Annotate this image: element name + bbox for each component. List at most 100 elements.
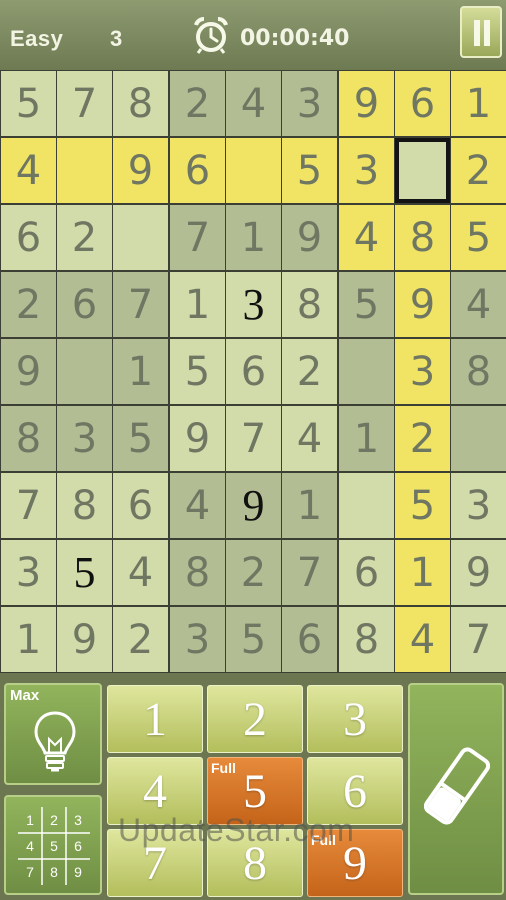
grid-cell-r1-c3[interactable]: 8 xyxy=(113,71,168,136)
grid-cell-r9-c2[interactable]: 9 xyxy=(57,607,112,672)
puzzle-number: 3 xyxy=(110,26,123,51)
grid-cell-r4-c7[interactable]: 5 xyxy=(339,272,394,337)
grid-cell-r3-c4[interactable]: 7 xyxy=(170,205,225,270)
grid-cell-r5-c1[interactable]: 9 xyxy=(1,339,56,404)
grid-cell-r3-c3[interactable] xyxy=(113,205,168,270)
grid-cell-r1-c2[interactable]: 7 xyxy=(57,71,112,136)
notes-digit: 3 xyxy=(74,812,82,828)
grid-cell-r5-c2[interactable] xyxy=(57,339,112,404)
grid-cell-r1-c4[interactable]: 2 xyxy=(170,71,225,136)
grid-cell-r3-c7[interactable]: 4 xyxy=(339,205,394,270)
grid-cell-r2-c7[interactable]: 3 xyxy=(339,138,394,203)
grid-cell-r8-c2[interactable]: 5 xyxy=(57,540,112,605)
grid-cell-r6-c1[interactable]: 8 xyxy=(1,406,56,471)
grid-cell-r7-c5[interactable]: 9 xyxy=(226,473,281,538)
grid-cell-r2-c8[interactable] xyxy=(395,138,450,203)
grid-cell-r2-c3[interactable]: 9 xyxy=(113,138,168,203)
number-label: 6 xyxy=(343,764,367,818)
grid-cell-r4-c9[interactable]: 4 xyxy=(451,272,506,337)
grid-cell-r8-c6[interactable]: 7 xyxy=(282,540,337,605)
grid-cell-r7-c8[interactable]: 5 xyxy=(395,473,450,538)
notes-button[interactable]: 123 456 789 xyxy=(4,795,102,895)
grid-cell-r5-c4[interactable]: 5 xyxy=(170,339,225,404)
grid-cell-r1-c6[interactable]: 3 xyxy=(282,71,337,136)
grid-cell-r8-c4[interactable]: 8 xyxy=(170,540,225,605)
grid-cell-r7-c2[interactable]: 8 xyxy=(57,473,112,538)
grid-cell-r5-c7[interactable] xyxy=(339,339,394,404)
grid-cell-r7-c1[interactable]: 7 xyxy=(1,473,56,538)
grid-cell-r6-c5[interactable]: 7 xyxy=(226,406,281,471)
full-badge: Full xyxy=(211,760,236,776)
grid-cell-r9-c8[interactable]: 4 xyxy=(395,607,450,672)
grid-cell-r8-c3[interactable]: 4 xyxy=(113,540,168,605)
hint-label: Max xyxy=(10,687,40,704)
lightbulb-icon xyxy=(34,711,76,772)
grid-cell-r4-c2[interactable]: 6 xyxy=(57,272,112,337)
grid-cell-r1-c1[interactable]: 5 xyxy=(1,71,56,136)
hint-button[interactable]: Max xyxy=(4,683,102,785)
grid-cell-r9-c5[interactable]: 5 xyxy=(226,607,281,672)
grid-cell-r7-c7[interactable] xyxy=(339,473,394,538)
grid-cell-r4-c8[interactable]: 9 xyxy=(395,272,450,337)
grid-cell-r3-c5[interactable]: 1 xyxy=(226,205,281,270)
grid-cell-r6-c8[interactable]: 2 xyxy=(395,406,450,471)
grid-cell-r5-c3[interactable]: 1 xyxy=(113,339,168,404)
grid-cell-r1-c8[interactable]: 6 xyxy=(395,71,450,136)
grid-cell-r2-c2[interactable] xyxy=(57,138,112,203)
grid-cell-r6-c7[interactable]: 1 xyxy=(339,406,394,471)
grid-cell-r3-c2[interactable]: 2 xyxy=(57,205,112,270)
grid-cell-r4-c4[interactable]: 1 xyxy=(170,272,225,337)
grid-cell-r3-c9[interactable]: 5 xyxy=(451,205,506,270)
grid-cell-r3-c6[interactable]: 9 xyxy=(282,205,337,270)
number-button-2[interactable]: 2 xyxy=(207,685,303,753)
grid-cell-r8-c7[interactable]: 6 xyxy=(339,540,394,605)
pause-button[interactable] xyxy=(460,6,502,58)
grid-cell-r9-c4[interactable]: 3 xyxy=(170,607,225,672)
grid-cell-r6-c9[interactable] xyxy=(451,406,506,471)
watermark: UpdateStar.com xyxy=(118,812,355,848)
grid-cell-r6-c4[interactable]: 9 xyxy=(170,406,225,471)
grid-cell-r5-c5[interactable]: 6 xyxy=(226,339,281,404)
grid-cell-r2-c9[interactable]: 2 xyxy=(451,138,506,203)
grid-cell-r3-c8[interactable]: 8 xyxy=(395,205,450,270)
grid-cell-r6-c6[interactable]: 4 xyxy=(282,406,337,471)
grid-cell-r9-c1[interactable]: 1 xyxy=(1,607,56,672)
grid-cell-r7-c3[interactable]: 6 xyxy=(113,473,168,538)
grid-cell-r8-c9[interactable]: 9 xyxy=(451,540,506,605)
grid-cell-r8-c1[interactable]: 3 xyxy=(1,540,56,605)
grid-cell-r2-c6[interactable]: 5 xyxy=(282,138,337,203)
grid-cell-r5-c6[interactable]: 2 xyxy=(282,339,337,404)
grid-cell-r4-c3[interactable]: 7 xyxy=(113,272,168,337)
grid-cell-r6-c2[interactable]: 3 xyxy=(57,406,112,471)
number-label: 5 xyxy=(243,764,267,818)
grid-cell-r3-c1[interactable]: 6 xyxy=(1,205,56,270)
grid-cell-r9-c3[interactable]: 2 xyxy=(113,607,168,672)
erase-button[interactable] xyxy=(408,683,504,895)
number-button-1[interactable]: 1 xyxy=(107,685,203,753)
difficulty-label: Easy xyxy=(10,26,64,51)
grid-cell-r9-c7[interactable]: 8 xyxy=(339,607,394,672)
grid-cell-r1-c5[interactable]: 4 xyxy=(226,71,281,136)
number-label: 4 xyxy=(143,764,167,818)
pencil-marks-grid-icon: 123 456 789 xyxy=(18,807,90,885)
grid-cell-r2-c5[interactable] xyxy=(226,138,281,203)
grid-cell-r4-c6[interactable]: 8 xyxy=(282,272,337,337)
grid-cell-r7-c6[interactable]: 1 xyxy=(282,473,337,538)
grid-cell-r9-c6[interactable]: 6 xyxy=(282,607,337,672)
grid-cell-r7-c4[interactable]: 4 xyxy=(170,473,225,538)
grid-cell-r2-c4[interactable]: 6 xyxy=(170,138,225,203)
number-button-3[interactable]: 3 xyxy=(307,685,403,753)
grid-cell-r5-c8[interactable]: 3 xyxy=(395,339,450,404)
grid-cell-r1-c7[interactable]: 9 xyxy=(339,71,394,136)
grid-cell-r6-c3[interactable]: 5 xyxy=(113,406,168,471)
grid-cell-r9-c9[interactable]: 7 xyxy=(451,607,506,672)
grid-cell-r8-c8[interactable]: 1 xyxy=(395,540,450,605)
grid-cell-r1-c9[interactable]: 1 xyxy=(451,71,506,136)
grid-cell-r4-c5[interactable]: 3 xyxy=(226,272,281,337)
sudoku-board: 5782439614965326271948526713859491562388… xyxy=(0,70,506,673)
grid-cell-r4-c1[interactable]: 2 xyxy=(1,272,56,337)
grid-cell-r5-c9[interactable]: 8 xyxy=(451,339,506,404)
grid-cell-r8-c5[interactable]: 2 xyxy=(226,540,281,605)
grid-cell-r7-c9[interactable]: 3 xyxy=(451,473,506,538)
grid-cell-r2-c1[interactable]: 4 xyxy=(1,138,56,203)
